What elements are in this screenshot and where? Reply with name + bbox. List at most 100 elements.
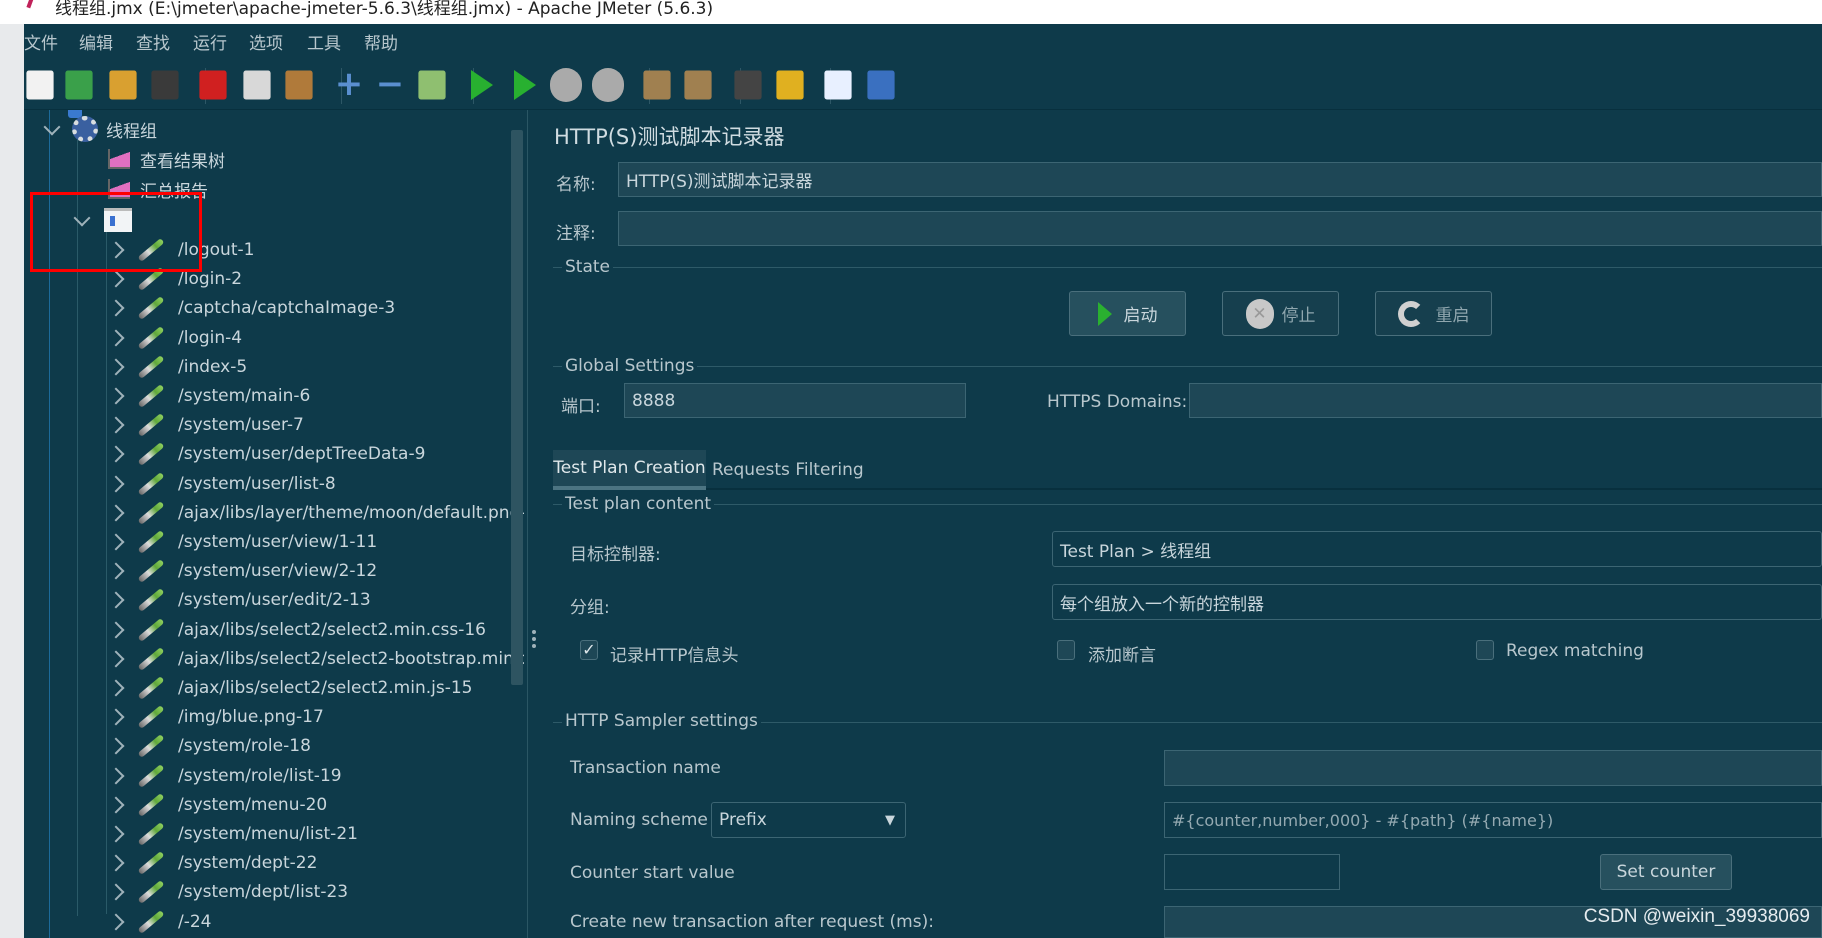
tree-node-sampler[interactable]: /ajax/libs/select2/select2.min.css-16 [107, 615, 486, 645]
start-icon[interactable] [471, 70, 493, 100]
grouping-select[interactable]: 每个组放入一个新的控制器 [1052, 584, 1822, 620]
open-icon[interactable] [109, 70, 137, 100]
tab-test-plan-creation[interactable]: Test Plan Creation [553, 450, 706, 490]
chevron-right-icon[interactable] [107, 650, 125, 668]
split-pane-divider[interactable] [527, 110, 539, 938]
add-assertions-checkbox[interactable] [1057, 640, 1075, 660]
templates-icon[interactable] [65, 70, 93, 100]
chevron-right-icon[interactable] [107, 679, 125, 697]
record-headers-checkbox[interactable]: ✓ [580, 640, 598, 660]
save-icon[interactable] [151, 70, 179, 100]
target-controller-select[interactable]: Test Plan > 线程组 [1052, 531, 1822, 567]
tree-node-sampler[interactable]: /system/user/list-8 [107, 469, 336, 499]
naming-pattern-field[interactable]: #{counter,number,000} - #{path} (#{name}… [1164, 802, 1822, 838]
chevron-right-icon[interactable] [107, 387, 125, 405]
chevron-right-icon[interactable] [107, 883, 125, 901]
tree-node-sampler[interactable]: /system/dept-22 [107, 848, 317, 878]
chevron-right-icon[interactable] [107, 796, 125, 814]
tree-node-sampler[interactable]: /system/role-18 [107, 731, 311, 761]
expand-icon[interactable]: + [333, 67, 365, 102]
tree-node-sampler[interactable]: /index-5 [107, 352, 247, 382]
chevron-right-icon[interactable] [107, 358, 125, 376]
chevron-down-icon[interactable] [43, 118, 61, 136]
chevron-right-icon[interactable] [107, 445, 125, 463]
tree-node-sampler[interactable]: /system/menu/list-21 [107, 819, 358, 849]
chevron-right-icon[interactable] [107, 621, 125, 639]
tree-node-sampler[interactable]: /system/role/list-19 [107, 761, 342, 791]
tree-node-sampler[interactable]: /login-4 [107, 323, 242, 353]
tree-node-sampler[interactable]: /ajax/libs/layer/theme/moon/default.png-… [107, 498, 524, 528]
tree-node-sampler[interactable]: /system/menu-20 [107, 790, 327, 820]
http-sampler-icon [137, 880, 165, 904]
search-icon[interactable] [734, 70, 762, 100]
chevron-right-icon[interactable] [107, 533, 125, 551]
tree-node-sampler[interactable]: /system/main-6 [107, 381, 310, 411]
menu-item[interactable]: 编辑 [79, 29, 113, 54]
menu-item[interactable]: 运行 [193, 29, 227, 54]
paste-icon[interactable] [285, 70, 313, 100]
tree-node-sampler[interactable]: /system/user/view/1-11 [107, 527, 377, 557]
tree-node-sampler[interactable]: /system/user/view/2-12 [107, 556, 377, 586]
chevron-right-icon[interactable] [107, 767, 125, 785]
name-field[interactable]: HTTP(S)测试脚本记录器 [618, 162, 1822, 197]
stop-button[interactable]: ✕ 停止 [1222, 291, 1339, 336]
collapse-icon[interactable]: − [374, 67, 406, 102]
counter-start-field[interactable] [1164, 854, 1340, 890]
cut-icon[interactable] [199, 70, 227, 100]
function-helper-icon[interactable] [824, 70, 852, 100]
new-icon[interactable] [26, 70, 54, 100]
chevron-right-icon[interactable] [107, 299, 125, 317]
chevron-right-icon[interactable] [107, 913, 125, 931]
copy-icon[interactable] [243, 70, 271, 100]
toggle-icon[interactable] [418, 70, 446, 100]
background-window [0, 0, 24, 938]
tab-requests-filtering[interactable]: Requests Filtering [712, 450, 864, 490]
chevron-right-icon[interactable] [107, 475, 125, 493]
set-counter-button[interactable]: Set counter [1600, 854, 1732, 890]
start-button[interactable]: 启动 [1069, 291, 1186, 336]
restart-button[interactable]: 重启 [1375, 291, 1492, 336]
tree-node-sampler[interactable]: /ajax/libs/select2/select2-bootstrap.min… [107, 644, 524, 674]
port-field[interactable]: 8888 [624, 383, 966, 418]
chevron-right-icon[interactable] [107, 708, 125, 726]
chevron-right-icon[interactable] [107, 737, 125, 755]
menu-item[interactable]: 工具 [307, 29, 341, 54]
tree-node-sampler[interactable]: /system/user/deptTreeData-9 [107, 439, 425, 469]
menu-item[interactable]: 文件 [24, 29, 58, 54]
tree-node-sampler[interactable]: /system/dept/list-23 [107, 877, 348, 907]
tree-node-sampler[interactable]: /-24 [107, 907, 212, 937]
menu-item[interactable]: 选项 [249, 29, 283, 54]
clear-all-icon[interactable] [684, 70, 712, 100]
chevron-right-icon[interactable] [107, 416, 125, 434]
stop-icon[interactable] [550, 68, 582, 102]
record-headers-label: 记录HTTP信息头 [610, 646, 739, 666]
chevron-right-icon[interactable] [107, 825, 125, 843]
chevron-right-icon[interactable] [107, 854, 125, 872]
reset-search-icon[interactable] [776, 70, 804, 100]
https-domains-field[interactable] [1189, 383, 1822, 418]
start-no-pauses-icon[interactable] [514, 70, 536, 100]
transaction-name-field[interactable] [1164, 750, 1822, 786]
menu-item[interactable]: 帮助 [364, 29, 398, 54]
http-sampler-icon [137, 793, 165, 817]
chevron-right-icon[interactable] [107, 270, 125, 288]
shutdown-icon[interactable] [592, 68, 624, 102]
regex-matching-checkbox[interactable] [1476, 640, 1494, 660]
chevron-right-icon[interactable] [107, 504, 125, 522]
tree-node-sampler[interactable]: /img/blue.png-17 [107, 702, 324, 732]
tree-scrollbar[interactable] [511, 130, 523, 685]
menu-item[interactable]: 查找 [136, 29, 170, 54]
naming-scheme-select[interactable]: Prefix ▼ [711, 802, 906, 838]
tree-node-sampler[interactable]: /system/user-7 [107, 410, 304, 440]
comment-field[interactable] [618, 211, 1822, 246]
tree-node-sampler[interactable]: /captcha/captchaImage-3 [107, 293, 395, 323]
tree-node-sampler[interactable]: /system/user/edit/2-13 [107, 585, 371, 615]
help-icon[interactable] [867, 70, 895, 100]
chevron-right-icon[interactable] [107, 562, 125, 580]
chevron-right-icon[interactable] [107, 591, 125, 609]
chevron-right-icon[interactable] [107, 329, 125, 347]
tree-node-sampler[interactable]: /ajax/libs/select2/select2.min.js-15 [107, 673, 473, 703]
tree-node-thread-group[interactable]: 线程组 [43, 114, 157, 144]
tree-node-listener[interactable]: 查看结果树 [108, 144, 225, 174]
clear-icon[interactable] [643, 70, 671, 100]
